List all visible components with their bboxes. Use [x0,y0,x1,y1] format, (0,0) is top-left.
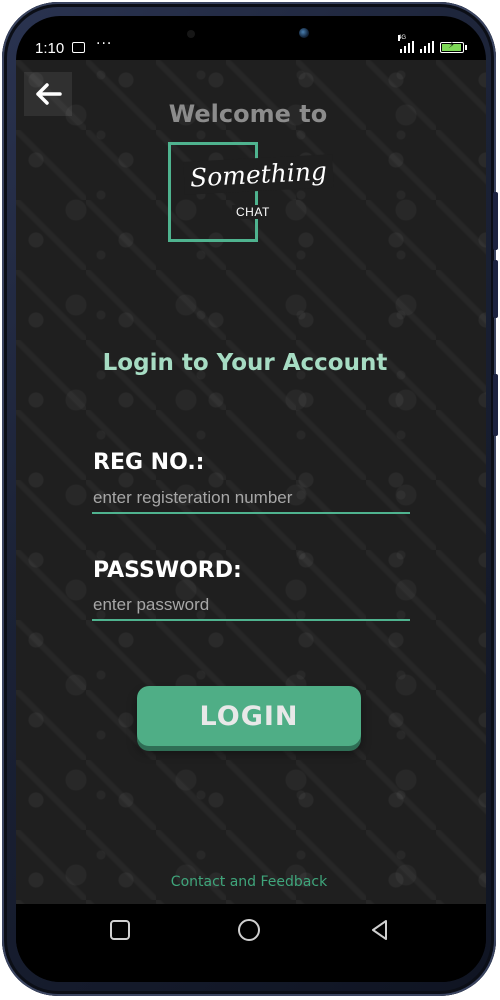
login-heading: Login to Your Account [102,350,388,376]
welcome-heading: Welcome to [168,100,328,128]
password-label: PASSWORD: [93,558,242,583]
status-indicators: 4G ⚡ [398,35,467,53]
status-bar: 1:10 ··· 4G ⚡ [16,16,486,60]
status-time: 1:10 [35,40,65,57]
volume-button [493,192,498,250]
screen: 1:10 ··· 4G ⚡ Welcome to Something CHAT … [16,16,486,982]
triangle-back-icon[interactable] [368,918,392,942]
phone-frame: 1:10 ··· 4G ⚡ Welcome to Something CHAT … [2,2,498,996]
circle-home-icon[interactable] [236,918,262,944]
logo-title: Something [183,154,334,195]
login-screen: Welcome to Something CHAT Login to Your … [16,60,486,904]
navigation-bar [16,904,486,982]
square-recents-icon[interactable] [108,918,132,942]
password-input[interactable] [92,593,410,621]
more-dots-icon: ··· [96,36,113,52]
signal-icon-secondary [420,41,434,53]
login-button[interactable]: LOGIN [137,686,361,746]
volume-button-lower [493,260,498,318]
power-button [493,374,498,436]
network-label: 4G [398,35,407,41]
image-icon [72,42,85,53]
logo-subtitle: CHAT [232,205,274,219]
reg-no-label: REG NO.: [93,450,205,475]
battery-charging-icon: ⚡ [440,40,467,53]
reg-no-input[interactable] [92,486,410,514]
signal-icon: 4G [398,35,414,53]
contact-feedback-link[interactable]: Contact and Feedback [16,874,482,890]
